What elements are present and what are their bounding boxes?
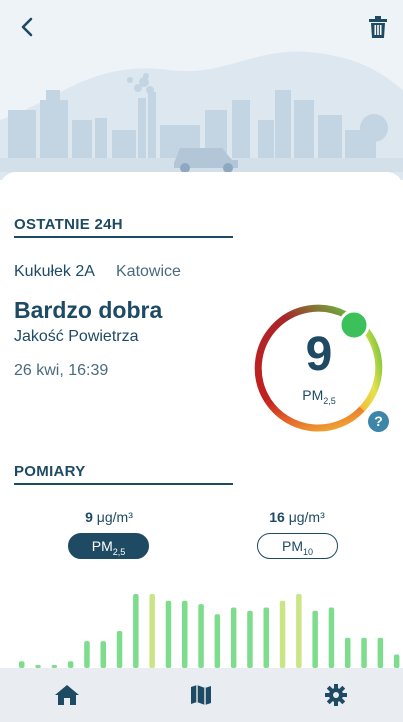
help-button[interactable]: ?	[368, 411, 389, 432]
nav-settings[interactable]	[269, 668, 403, 722]
chart-bar	[198, 604, 204, 668]
chart-bar	[312, 610, 318, 668]
chart-bar	[165, 600, 172, 668]
chart-bar	[279, 600, 286, 668]
bottom-navigation	[0, 668, 403, 722]
chart-bar	[67, 661, 74, 668]
gauge-unit: PM2,5	[302, 387, 336, 406]
section-divider	[14, 236, 233, 238]
air-quality-sublabel: Jakość Powietrza	[14, 328, 139, 345]
back-button[interactable]	[12, 12, 42, 42]
city-skyline-image	[0, 51, 403, 180]
trash-icon	[369, 16, 387, 38]
chart-bar	[377, 637, 384, 668]
section-divider	[14, 483, 233, 485]
chart-bar	[182, 600, 188, 668]
station-name: Kukułek 2A	[14, 263, 95, 280]
pm25-value: 9 μg/m³	[85, 509, 133, 525]
gear-icon	[324, 684, 347, 706]
measurement-datetime: 26 kwi, 16:39	[14, 362, 109, 379]
chart-bar	[393, 654, 400, 668]
chart-bar	[361, 637, 367, 668]
map-icon	[191, 685, 212, 705]
nav-map[interactable]	[134, 668, 268, 722]
chart-bar	[100, 641, 106, 668]
chart-bar	[296, 594, 302, 668]
station-city: Katowice	[116, 263, 181, 280]
chart-bar	[328, 607, 335, 668]
chevron-left-icon	[21, 17, 33, 37]
chart-bar	[133, 594, 139, 668]
section-title-measurements: POMIARY	[14, 463, 86, 480]
pm-bar-chart	[19, 594, 400, 668]
pm10-value: 16 μg/m³	[269, 509, 325, 525]
city-illustration	[0, 0, 403, 180]
chart-bar	[247, 610, 253, 668]
chart-bar	[84, 641, 90, 668]
chart-bar	[214, 614, 221, 668]
chart-bar	[149, 594, 155, 668]
chart-bar	[116, 631, 123, 668]
chart-bar	[230, 607, 237, 668]
chart-bar	[263, 607, 269, 668]
chart-bar	[19, 661, 25, 668]
chart-bar	[345, 637, 351, 668]
home-icon	[55, 685, 80, 705]
nav-home[interactable]	[0, 668, 134, 722]
air-quality-label: Bardzo dobra	[14, 297, 163, 323]
delete-button[interactable]	[363, 12, 393, 42]
pm25-tab[interactable]: PM2,5	[68, 533, 149, 559]
pm10-tab[interactable]: PM10	[257, 533, 338, 559]
section-title-last24: OSTATNIE 24H	[14, 216, 123, 233]
gauge-value: 9	[305, 328, 333, 381]
